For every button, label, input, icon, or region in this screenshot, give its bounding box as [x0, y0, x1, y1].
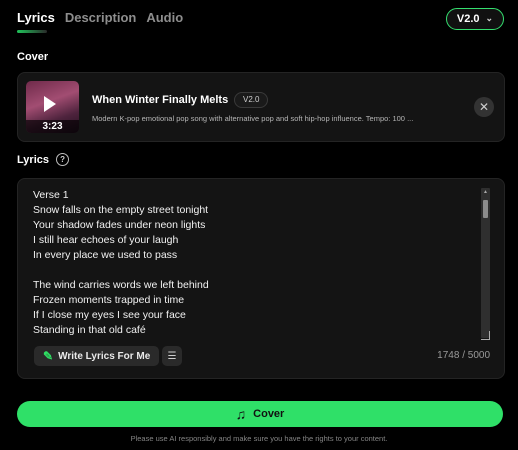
scrollbar-thumb[interactable]	[483, 200, 488, 218]
music-note-icon: ♫	[235, 406, 247, 422]
lyrics-textarea[interactable]: Verse 1 Snow falls on the empty street t…	[33, 188, 473, 341]
tab-description[interactable]: Description	[65, 10, 137, 25]
character-count: 1748 / 5000	[437, 350, 490, 361]
cover-button[interactable]: ♫ Cover	[17, 401, 503, 427]
pen-icon: ✎	[43, 349, 54, 363]
tab-bar: Lyrics Description Audio	[17, 10, 183, 25]
lyric-line: I still hear echoes of your laugh	[33, 234, 179, 246]
chevron-down-icon: ⌄	[485, 12, 494, 23]
tab-audio[interactable]: Audio	[146, 10, 183, 25]
lyric-line: In every place we used to pass	[33, 249, 178, 261]
lyric-line: If I close my eyes I see your face	[33, 309, 186, 321]
song-version-badge: V2.0	[234, 92, 269, 108]
list-format-icon[interactable]: ☰	[162, 346, 182, 366]
lyric-line: The wind carries words we left behind	[33, 279, 209, 291]
lyric-line: Verse 1	[33, 189, 69, 201]
lyric-line: Your shadow fades under neon lights	[33, 219, 206, 231]
write-lyrics-label: Write Lyrics For Me	[58, 350, 151, 362]
lyric-line	[33, 263, 473, 278]
question-circle-icon[interactable]: ?	[56, 153, 70, 166]
song-thumbnail[interactable]: 3:23	[26, 81, 79, 133]
tab-lyrics[interactable]: Lyrics	[17, 10, 55, 25]
song-description: Modern K-pop emotional pop song with alt…	[92, 114, 414, 123]
cover-card: 3:23 When Winter Finally Melts V2.0 Mode…	[17, 72, 505, 142]
song-duration: 3:23	[26, 120, 79, 133]
active-tab-indicator	[17, 30, 47, 33]
song-title: When Winter Finally Melts	[92, 94, 229, 106]
scroll-up-icon[interactable]: ▲	[481, 188, 490, 196]
write-lyrics-button[interactable]: ✎ Write Lyrics For Me	[34, 346, 160, 366]
ai-disclaimer: Please use AI responsibly and make sure …	[130, 434, 388, 443]
close-icon[interactable]: ✕	[474, 97, 494, 117]
version-select[interactable]: V2.0 ⌄	[446, 8, 504, 30]
lyrics-scrollbar[interactable]: ▲	[481, 188, 490, 338]
lyrics-section-header: Lyrics ?	[17, 153, 70, 166]
resize-handle-icon[interactable]	[481, 331, 490, 340]
partially-hidden-section	[17, 390, 107, 398]
lyric-line: Frozen moments trapped in time	[33, 294, 185, 306]
lyrics-editor[interactable]: Verse 1 Snow falls on the empty street t…	[17, 178, 505, 379]
lyrics-section-title: Lyrics	[17, 153, 50, 166]
version-select-value: V2.0	[456, 13, 480, 25]
cover-button-label: Cover	[253, 408, 285, 420]
lyric-line: Standing in that old café	[33, 324, 146, 336]
lyric-line: Snow falls on the empty street tonight	[33, 204, 209, 216]
play-icon[interactable]	[44, 96, 56, 112]
cover-section-title: Cover	[17, 51, 49, 63]
